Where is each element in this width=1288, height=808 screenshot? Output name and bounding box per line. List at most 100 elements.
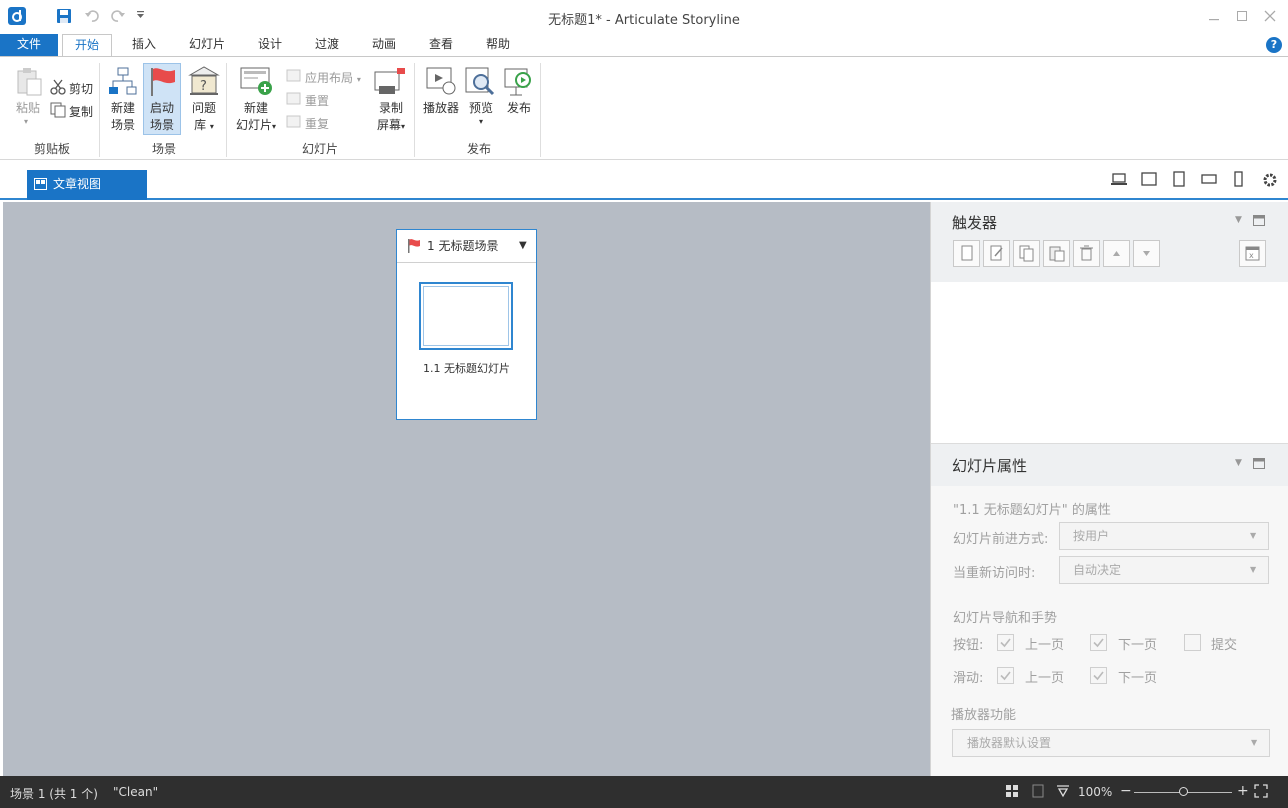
tab-animations[interactable]: 动画 bbox=[366, 34, 402, 56]
settings-gear-icon[interactable] bbox=[1262, 172, 1278, 188]
story-view-tab[interactable]: 文章视图 bbox=[27, 170, 147, 200]
navigation-heading: 幻灯片导航和手势 bbox=[953, 611, 1058, 626]
new-slide-dropdown-icon: ▾ bbox=[272, 122, 277, 131]
advance-dropdown[interactable]: 按用户 ▼ bbox=[1059, 522, 1269, 550]
edit-trigger-button[interactable] bbox=[983, 240, 1010, 267]
copy-trigger-button[interactable] bbox=[1013, 240, 1040, 267]
triggers-collapse-icon[interactable]: ▼ bbox=[1235, 215, 1242, 225]
scene-group-label: 场景 bbox=[151, 142, 176, 156]
scene-title: 1 无标题场景 bbox=[427, 239, 499, 253]
swipe-next-label: 下一页 bbox=[1118, 671, 1158, 686]
zoom-in-icon[interactable]: + bbox=[1237, 783, 1249, 799]
slide-properties-title: 幻灯片属性 bbox=[952, 457, 1028, 475]
help-icon[interactable]: ? bbox=[1266, 37, 1282, 53]
paste-button[interactable]: 粘贴 bbox=[14, 100, 42, 117]
publish-button[interactable]: 发布 bbox=[500, 100, 538, 117]
new-slide-button[interactable]: 新建 幻灯片▾ bbox=[232, 100, 280, 135]
zoom-slider-thumb[interactable] bbox=[1179, 787, 1188, 796]
delete-trigger-button[interactable] bbox=[1073, 240, 1100, 267]
player-features-value: 播放器默认设置 bbox=[967, 736, 1052, 750]
maximize-icon[interactable] bbox=[1234, 8, 1250, 24]
scene-card[interactable]: 1 无标题场景 ▼ 1.1 无标题幻灯片 bbox=[396, 229, 537, 420]
phone-landscape-icon[interactable] bbox=[1201, 174, 1217, 184]
player-features-dropdown[interactable]: 播放器默认设置 ▼ bbox=[952, 729, 1270, 757]
red-flag-icon bbox=[148, 66, 178, 98]
slide-thumbnail[interactable] bbox=[419, 282, 513, 350]
page-view-icon[interactable] bbox=[1032, 784, 1044, 798]
tab-help[interactable]: 帮助 bbox=[480, 34, 516, 56]
ribbon-separator bbox=[99, 63, 100, 157]
publish-icon bbox=[503, 66, 535, 98]
triggers-float-icon[interactable] bbox=[1253, 215, 1265, 226]
reset-button[interactable]: 重置 bbox=[305, 92, 329, 109]
advance-label: 幻灯片前进方式: bbox=[953, 532, 1049, 547]
scene-menu-dropdown-icon[interactable]: ▼ bbox=[519, 230, 527, 262]
player-button[interactable]: 播放器 bbox=[421, 100, 461, 117]
record-label-1: 录制 bbox=[378, 101, 403, 115]
ribbon-separator bbox=[414, 63, 415, 157]
scene-header[interactable]: 1 无标题场景 ▼ bbox=[397, 230, 536, 263]
paste-trigger-button[interactable] bbox=[1043, 240, 1070, 267]
tab-home[interactable]: 开始 bbox=[62, 34, 112, 57]
tab-transitions[interactable]: 过渡 bbox=[309, 34, 345, 56]
swipe-prev-checkbox[interactable] bbox=[997, 667, 1014, 684]
move-trigger-down-button[interactable] bbox=[1133, 240, 1160, 267]
fit-to-window-icon[interactable] bbox=[1254, 784, 1268, 798]
revisit-value: 自动决定 bbox=[1073, 563, 1122, 577]
question-bank-button[interactable]: 问题 库 ▾ bbox=[186, 100, 222, 135]
preview-label: 预览 bbox=[468, 101, 493, 115]
tab-insert[interactable]: 插入 bbox=[126, 34, 162, 56]
tablet-landscape-icon[interactable] bbox=[1141, 172, 1157, 186]
tab-file[interactable]: 文件 bbox=[0, 34, 58, 56]
preview-button[interactable]: 预览 ▾ bbox=[462, 100, 500, 127]
window-title: 无标题1* - Articulate Storyline bbox=[548, 13, 740, 28]
cut-button[interactable]: 剪切 bbox=[69, 80, 93, 97]
swipe-next-checkbox[interactable] bbox=[1090, 667, 1107, 684]
slide-group-label: 幻灯片 bbox=[301, 142, 338, 156]
apply-layout-button[interactable]: 应用布局 ▾ bbox=[305, 69, 361, 86]
slide-properties-collapse-icon[interactable]: ▼ bbox=[1235, 458, 1242, 468]
minimize-icon[interactable] bbox=[1206, 8, 1222, 24]
start-flag-icon bbox=[407, 238, 421, 254]
tab-view[interactable]: 查看 bbox=[423, 34, 459, 56]
apply-layout-label: 应用布局 bbox=[305, 71, 354, 85]
revisit-dropdown[interactable]: 自动决定 ▼ bbox=[1059, 556, 1269, 584]
copy-icon bbox=[50, 102, 66, 118]
close-icon[interactable] bbox=[1262, 8, 1278, 24]
question-bank-icon: ? bbox=[188, 66, 220, 96]
buttons-next-label: 下一页 bbox=[1118, 638, 1158, 653]
triggers-panel-header: 触发器 ▼ x bbox=[931, 202, 1288, 282]
preview-dropdown-icon: ▾ bbox=[478, 117, 483, 126]
triggers-list[interactable] bbox=[931, 282, 1288, 442]
new-trigger-button[interactable] bbox=[953, 240, 980, 267]
zoom-out-icon[interactable]: − bbox=[1120, 783, 1132, 799]
tab-slides[interactable]: 幻灯片 bbox=[184, 34, 230, 56]
slide-properties-float-icon[interactable] bbox=[1253, 458, 1265, 469]
move-trigger-up-button[interactable] bbox=[1103, 240, 1130, 267]
reset-icon bbox=[286, 92, 301, 105]
ribbon-tabs: 文件 开始 插入 幻灯片 设计 过渡 动画 查看 帮助 ? bbox=[0, 34, 1288, 57]
buttons-next-checkbox[interactable] bbox=[1090, 634, 1107, 651]
tablet-portrait-icon[interactable] bbox=[1173, 171, 1185, 187]
buttons-submit-checkbox[interactable] bbox=[1184, 634, 1201, 651]
ribbon-separator bbox=[226, 63, 227, 157]
desktop-preview-icon[interactable] bbox=[1111, 172, 1127, 186]
right-panel: 触发器 ▼ x 幻灯片属性 ▼ "1.1 无标题幻灯片" 的属性 幻灯片前进方式… bbox=[930, 202, 1288, 776]
buttons-submit-label: 提交 bbox=[1211, 638, 1238, 653]
fit-view-icon[interactable] bbox=[1056, 784, 1070, 798]
slide-label[interactable]: 1.1 无标题幻灯片 bbox=[397, 360, 536, 376]
phone-portrait-icon[interactable] bbox=[1234, 171, 1243, 187]
zoom-level: 100% bbox=[1078, 785, 1113, 799]
duplicate-button[interactable]: 重复 bbox=[305, 115, 329, 132]
buttons-label: 按钮: bbox=[953, 638, 984, 653]
record-screen-button[interactable]: 录制 屏幕▾ bbox=[370, 100, 412, 135]
buttons-prev-checkbox[interactable] bbox=[997, 634, 1014, 651]
paste-dropdown-icon[interactable]: ▾ bbox=[24, 117, 28, 126]
copy-button[interactable]: 复制 bbox=[69, 103, 93, 120]
tab-design[interactable]: 设计 bbox=[252, 34, 288, 56]
scissors-icon bbox=[50, 79, 66, 95]
grid-view-icon[interactable] bbox=[1005, 784, 1019, 798]
start-scene-button[interactable]: 启动 场景 bbox=[143, 63, 181, 135]
new-scene-button[interactable]: 新建 场景 bbox=[105, 100, 141, 134]
variables-button[interactable]: x bbox=[1239, 240, 1266, 267]
